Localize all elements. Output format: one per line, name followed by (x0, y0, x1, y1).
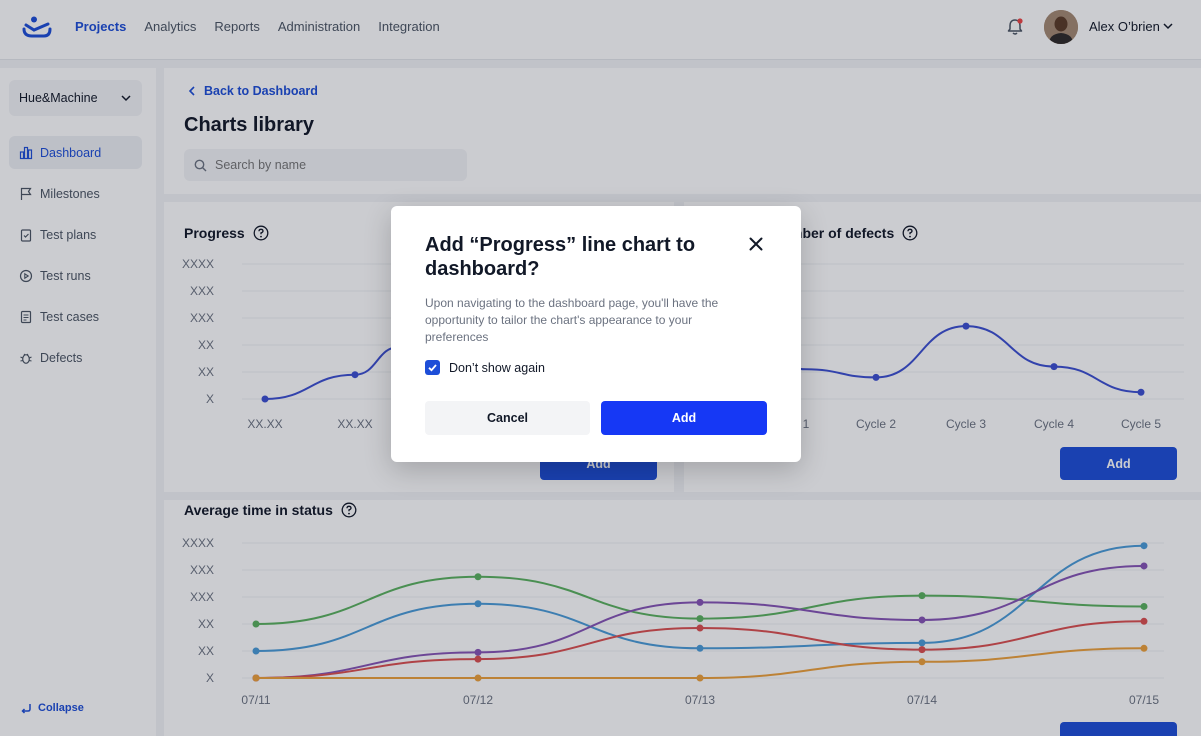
dont-show-again-row[interactable]: Don’t show again (425, 360, 545, 375)
dialog-description: Upon navigating to the dashboard page, y… (425, 296, 719, 344)
add-chart-dialog: Add “Progress” line chart to dashboard? … (391, 206, 801, 462)
cancel-button[interactable]: Cancel (425, 401, 590, 435)
dialog-title: Add “Progress” line chart to dashboard? (425, 234, 696, 280)
dont-show-again-checkbox[interactable] (425, 360, 440, 375)
checkbox-label: Don’t show again (449, 360, 545, 375)
close-icon[interactable] (748, 236, 764, 252)
checkmark-icon (428, 364, 437, 372)
add-button[interactable]: Add (601, 401, 767, 435)
